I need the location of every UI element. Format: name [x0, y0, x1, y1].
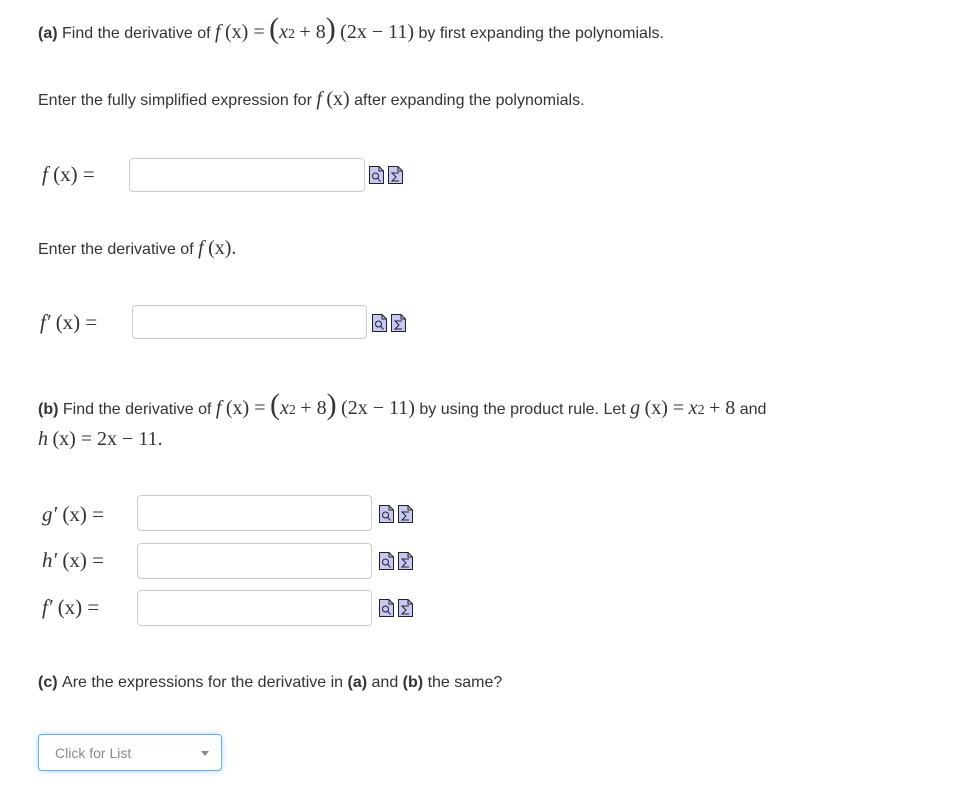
- instruction-text: after expanding the polynomials.: [354, 92, 585, 109]
- sigma-equation-icon[interactable]: [388, 166, 403, 184]
- math-paren-open: (: [269, 12, 280, 45]
- prompt-text: Find the derivative of: [62, 401, 212, 418]
- math-arg: (x) =: [57, 595, 100, 619]
- math-g: g: [630, 397, 641, 419]
- math-f: f: [215, 397, 222, 419]
- sigma-equation-icon[interactable]: [391, 314, 406, 332]
- ref-a: (a): [347, 674, 368, 691]
- preview-magnifier-icon[interactable]: [369, 166, 384, 184]
- hprime-input[interactable]: [137, 543, 372, 579]
- instruction-text: Enter the fully simplified expression fo…: [38, 92, 312, 109]
- math-arg: (x) =: [55, 310, 98, 334]
- part-a-label: (a): [38, 25, 58, 42]
- math-fprime: f′: [42, 595, 53, 619]
- math-f: f: [42, 162, 48, 186]
- part-c-prompt: (c) Are the expressions for the derivati…: [38, 674, 502, 692]
- answer-hprime-label: h′ (x) =: [42, 548, 104, 573]
- math-paren-close: ): [325, 12, 336, 45]
- math-gprime: g′: [42, 502, 58, 526]
- instruction-text: Enter the derivative of: [38, 241, 194, 258]
- preview-magnifier-icon[interactable]: [379, 599, 394, 617]
- part-b-label: (b): [38, 401, 59, 418]
- ref-b: (b): [402, 674, 424, 691]
- sigma-equation-icon[interactable]: [398, 599, 413, 617]
- math-x: x: [279, 397, 289, 419]
- preview-magnifier-icon[interactable]: [379, 505, 394, 523]
- math-arg: (x): [326, 88, 350, 110]
- math-arg: (x).: [208, 237, 237, 259]
- prompt-text: and: [371, 674, 399, 691]
- part-b-prompt: (b) Find the derivative of f (x) = (x 2 +…: [38, 388, 767, 421]
- math-plus8: + 8: [299, 21, 326, 43]
- math-plus8: + 8: [709, 397, 736, 419]
- math-arg: (x) =: [225, 21, 265, 43]
- math-f: f: [198, 237, 204, 259]
- math-arg: (x) =: [62, 548, 104, 572]
- math-paren-close: ): [326, 388, 337, 421]
- prompt-text: by first expanding the polynomials.: [418, 25, 664, 42]
- prompt-text: the same?: [427, 674, 503, 691]
- answer-fx-label: f (x) =: [42, 162, 95, 187]
- prompt-text: and: [739, 401, 767, 418]
- instruction-expand: Enter the fully simplified expression fo…: [38, 88, 585, 111]
- part-a-prompt: (a) Find the derivative of f (x) = (x 2 +…: [38, 12, 664, 45]
- math-paren-open: (: [269, 388, 280, 421]
- sigma-equation-icon[interactable]: [398, 505, 413, 523]
- prompt-text: Are the expressions for the derivative i…: [62, 674, 344, 691]
- chevron-down-icon: [201, 751, 209, 756]
- gprime-input[interactable]: [137, 495, 372, 531]
- math-factor2: (2x − 11): [341, 397, 415, 419]
- math-f: f: [215, 21, 221, 43]
- answer-gprime-label: g′ (x) =: [42, 502, 104, 527]
- answer-fprime-label: f′ (x) =: [40, 310, 97, 335]
- prompt-text: by using the product rule. Let: [419, 401, 626, 418]
- math-plus8: + 8: [300, 397, 327, 419]
- instruction-derivative: Enter the derivative of f (x).: [38, 237, 236, 260]
- math-arg: (x) =: [62, 502, 104, 526]
- math-factor2: (2x − 11): [340, 21, 415, 43]
- answer-fprime-b-label: f′ (x) =: [42, 595, 99, 620]
- dropdown-placeholder: Click for List: [55, 745, 132, 761]
- part-c-label: (c): [38, 674, 58, 691]
- math-x: x: [688, 397, 698, 419]
- preview-magnifier-icon[interactable]: [372, 314, 387, 332]
- preview-magnifier-icon[interactable]: [379, 552, 394, 570]
- math-f: f: [316, 88, 322, 110]
- fprime-a-input[interactable]: [132, 305, 367, 339]
- h-definition: h (x) = 2x − 11.: [38, 428, 163, 451]
- math-arg: (x) =: [644, 397, 685, 419]
- math-arg: (x) =: [225, 397, 266, 419]
- fx-expanded-input[interactable]: [129, 158, 365, 192]
- math-h-rest: (x) = 2x − 11.: [52, 428, 163, 450]
- fprime-b-input[interactable]: [137, 590, 372, 626]
- math-hprime: h′: [42, 548, 58, 572]
- sigma-equation-icon[interactable]: [398, 552, 413, 570]
- prompt-text: Find the derivative of: [62, 25, 211, 42]
- math-h: h: [38, 428, 48, 450]
- same-answer-dropdown[interactable]: Click for List: [38, 734, 222, 771]
- math-fprime: f′: [40, 310, 51, 334]
- math-arg: (x) =: [53, 162, 95, 186]
- math-x: x: [279, 21, 288, 43]
